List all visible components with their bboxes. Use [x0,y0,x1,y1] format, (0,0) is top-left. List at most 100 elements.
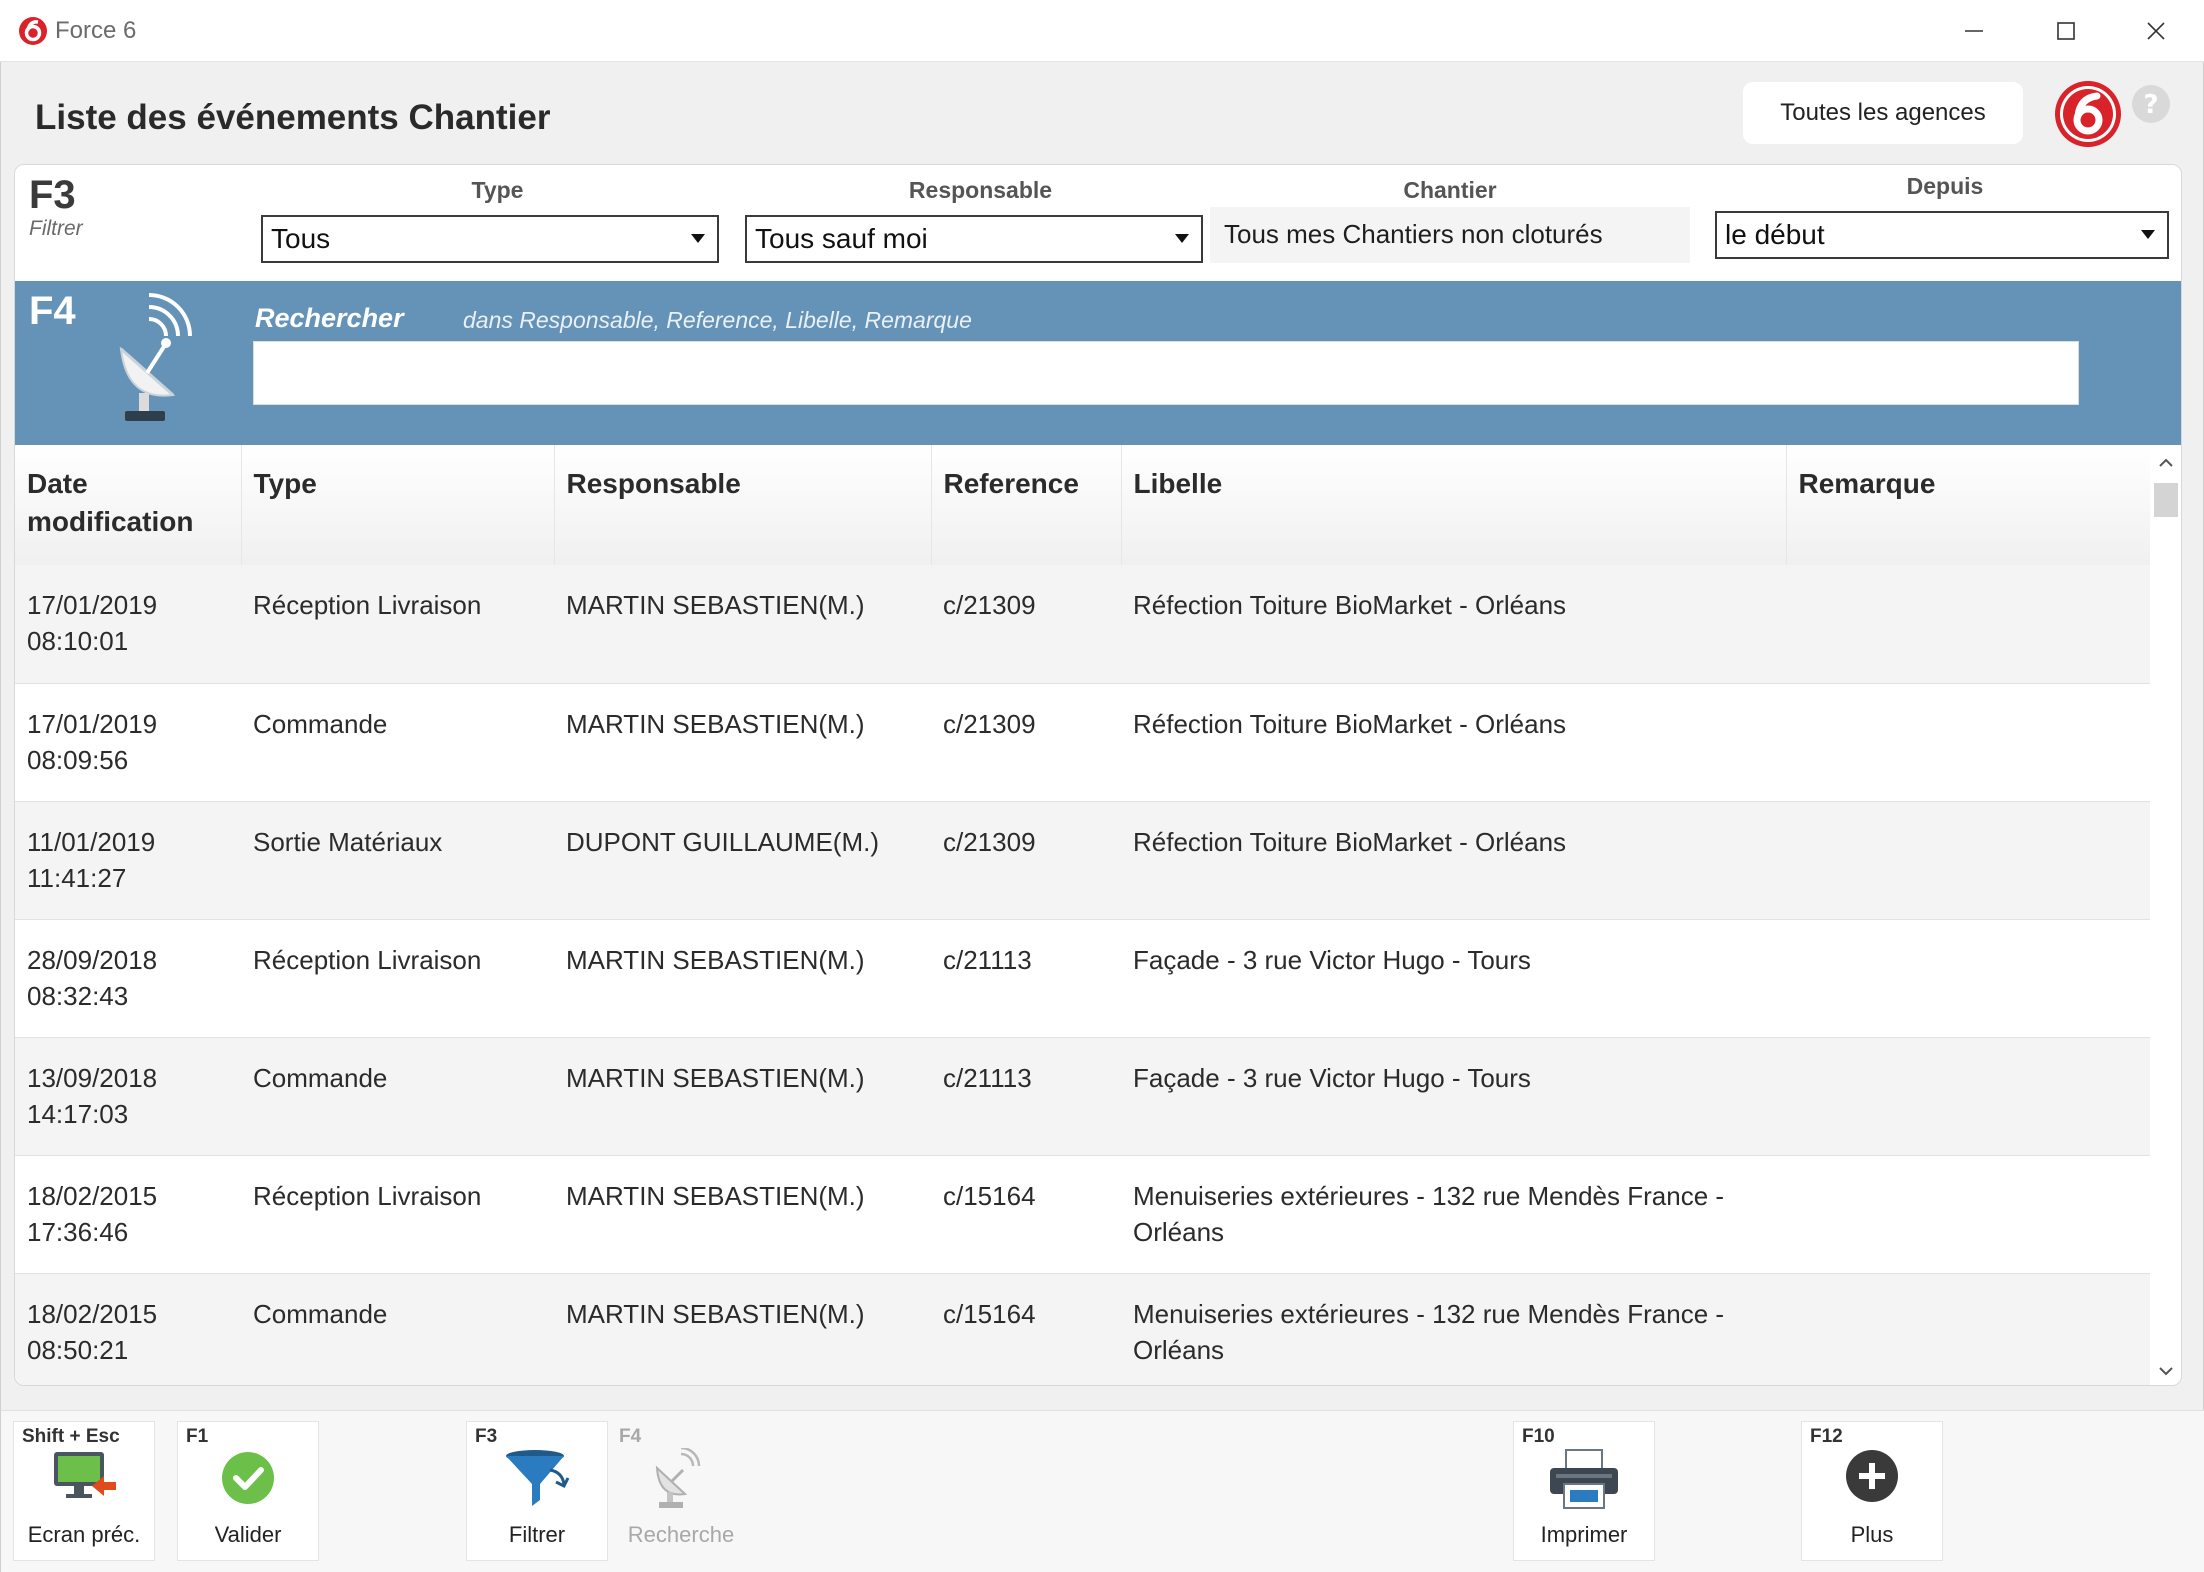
satellite-dish-icon [655,1448,701,1508]
search-hint: dans Responsable, Reference, Libelle, Re… [463,307,972,333]
chevron-down-icon [2141,230,2155,239]
page-title: Liste des événements Chantier [35,98,551,137]
all-agencies-button[interactable]: Toutes les agences [1743,82,2023,144]
toolbar-button-label: Ecran préc. [27,1522,141,1547]
column-header-reference[interactable]: Reference [931,445,1122,565]
cell-libelle: Façade - 3 rue Victor Hugo - Tours [1121,1037,1786,1156]
type-filter-select[interactable]: Tous [261,215,719,263]
shortcut-key: F10 [1522,1426,1555,1447]
table-row[interactable]: 17/01/2019 08:10:01 Réception Livraison MAR… [15,565,2150,684]
table-row[interactable]: 11/01/2019 11:41:27 Sortie Matériaux DUPONT… [15,801,2150,920]
toolbar-button-label: Imprimer [1540,1522,1628,1547]
search-band: F4 Rechercher dans Responsable, Referenc… [15,281,2181,445]
cell-reference: c/21309 [931,801,1121,920]
search-label: Rechercher [255,303,404,333]
cell-responsable-responsable: DUPONT GUILLAUME(M.) [566,826,879,857]
cell-reference: c/21309 [931,683,1121,802]
shortcut-key: F4 [619,1426,642,1447]
cell-type: Réception Livraison [241,919,554,1038]
shortcut-key: F12 [1810,1426,1843,1447]
maximize-icon [2057,22,2075,40]
responsable-filter-label: Responsable [908,177,1053,203]
cell-type: Réception Livraison [241,1155,554,1274]
app-icon [19,17,47,45]
table-scrollbar[interactable] [2151,445,2181,1385]
minimize-button[interactable] [1928,0,2020,62]
column-header-remarque[interactable]: Remarque [1786,445,2150,565]
cell-date-time: 08:10:01 [27,626,129,656]
window-title: Force 6 [55,17,137,44]
cell-date-date: 17/01/2019 [27,708,158,739]
table-row[interactable]: 28/09/2018 08:32:43 Réception Livraison MAR… [15,919,2150,1038]
cell-date: 13/09/2018 14:17:03 [15,1037,241,1156]
depuis-filter-select[interactable]: le début [1715,211,2169,259]
previous-screen-button[interactable]: Shift + Esc Ecran préc. [13,1421,155,1561]
cell-reference-reference: c/21113 [943,944,1032,975]
shortcut-key: Shift + Esc [22,1426,120,1447]
cell-date: 17/01/2019 08:10:01 [15,565,241,684]
cell-date-time: 08:50:21 [27,1334,129,1365]
cell-type-type: Commande [253,708,388,739]
cell-date-date: 18/02/2015 [27,1298,158,1329]
help-icon[interactable]: ? [2131,84,2171,124]
cell-type-type: Sortie Matériaux [253,826,443,857]
events-panel: F3 Filtrer Type Tous Responsable Tous sa… [14,164,2182,1386]
cell-libelle: Menuiseries extérieures - 132 rue Mendès… [1121,1155,1786,1274]
cell-reference: c/21113 [931,919,1121,1038]
chantier-filter-value[interactable]: Tous mes Chantiers non cloturés [1210,207,1690,263]
cell-type-type: Commande [253,1298,388,1329]
filter-button[interactable]: F3 Filtrer [466,1421,608,1561]
cell-libelle-libelle: Réfection Toiture BioMarket - Orléans [1133,708,1567,739]
column-header-responsable[interactable]: Responsable [554,445,932,565]
cell-responsable: DUPONT GUILLAUME(M.) [554,801,931,920]
cell-reference: c/21113 [931,1037,1121,1156]
chevron-down-icon[interactable] [2158,1363,2174,1379]
responsable-filter-select[interactable]: Tous sauf moi [745,215,1203,263]
column-header-libelle[interactable]: Libelle [1121,445,1787,565]
cell-type: Sortie Matériaux [241,801,554,920]
chantier-filter-label: Chantier [1403,177,1497,203]
toolbar-button-label: Recherche [627,1522,735,1547]
cell-responsable-responsable: MARTIN SEBASTIEN(M.) [566,1298,865,1329]
scrollbar-thumb[interactable] [2154,483,2178,517]
cell-type: Réception Livraison [241,565,554,684]
cell-date: 17/01/2019 08:09:56 [15,683,241,802]
more-button[interactable]: F12 Plus [1801,1421,1943,1561]
type-filter-value: Tous [271,223,331,254]
column-header-date[interactable]: Date modification [15,445,242,565]
cell-type: Commande [241,683,554,802]
table-row[interactable]: 17/01/2019 08:09:56 Commande MARTIN SEBASTI… [15,683,2150,802]
cell-date-time: 08:09:56 [27,744,129,775]
toolbar-button-label: Valider [214,1522,282,1547]
cell-reference: c/15164 [931,1155,1121,1274]
close-button[interactable] [2110,0,2202,62]
search-input[interactable] [253,341,2079,405]
cell-remarque [1786,683,2150,802]
column-header-type[interactable]: Type [241,445,555,565]
table-row[interactable]: 13/09/2018 14:17:03 Commande MARTIN SEBASTI… [15,1037,2150,1156]
satellite-dish-icon [119,293,192,421]
cell-libelle-libelle: Réfection Toiture BioMarket - Orléans [1133,826,1567,857]
cell-remarque [1786,1273,2150,1385]
chevron-up-icon[interactable] [2158,455,2174,471]
plus-icon [1846,1450,1898,1502]
table-row[interactable]: 18/02/2015 08:50:21 Commande MARTIN SEBASTI… [15,1273,2150,1385]
maximize-button[interactable] [2020,0,2112,62]
cell-libelle: Réfection Toiture BioMarket - Orléans [1121,683,1786,802]
depuis-filter-value: le début [1725,219,1825,250]
cell-type-type: Réception Livraison [253,1180,482,1211]
cell-libelle-libelle: Menuiseries extérieures - 132 rue Mendès… [1133,1298,1725,1365]
table-row[interactable]: 18/02/2015 17:36:46 Réception Livraison MAR… [15,1155,2150,1274]
search-button[interactable]: F4 Recherche [610,1421,752,1561]
check-icon [222,1452,274,1504]
cell-date-time: 08:32:43 [27,980,129,1011]
validate-button[interactable]: F1 Valider [177,1421,319,1561]
type-filter-label: Type [471,177,524,203]
app-body: Liste des événements Chantier Toutes les… [0,62,2204,1572]
cell-responsable: MARTIN SEBASTIEN(M.) [554,1155,931,1274]
print-button[interactable]: F10 Imprimer [1513,1421,1655,1561]
cell-libelle: Menuiseries extérieures - 132 rue Mendès… [1121,1273,1786,1385]
cell-date: 11/01/2019 11:41:27 [15,801,241,920]
events-table: Date modification Type Responsable Refer… [15,445,2150,1385]
cell-reference-reference: c/21309 [943,590,1036,620]
